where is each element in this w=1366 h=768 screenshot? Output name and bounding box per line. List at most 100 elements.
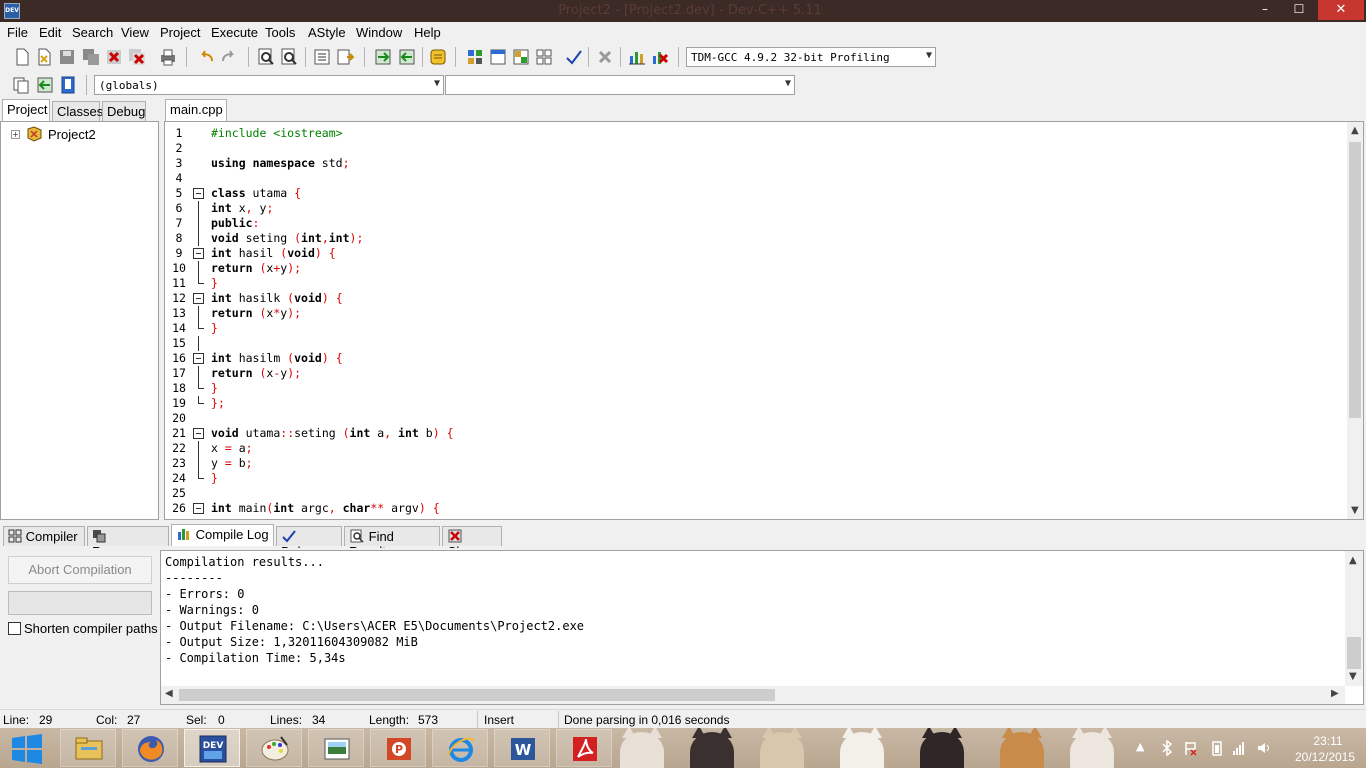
taskbar-photo-viewer[interactable] bbox=[308, 729, 364, 767]
code-line[interactable]: 13 return (x*y); bbox=[165, 306, 1345, 321]
save-all-icon[interactable] bbox=[81, 47, 101, 67]
code-line[interactable]: 16 int hasilm (void) { bbox=[165, 351, 1345, 366]
flag-icon[interactable] bbox=[1184, 740, 1198, 756]
scroll-right-icon[interactable]: ▶ bbox=[1331, 688, 1339, 699]
run-icon[interactable] bbox=[488, 47, 508, 67]
scroll-up-icon[interactable]: ▲ bbox=[1351, 125, 1359, 136]
code-line[interactable]: 23 y = b; bbox=[165, 456, 1345, 471]
scroll-left-icon[interactable]: ◀ bbox=[165, 688, 173, 699]
close-window-button[interactable]: ✕ bbox=[1318, 0, 1364, 20]
show-hidden-icons-icon[interactable]: ▲ bbox=[1136, 740, 1150, 756]
stop-execution-icon[interactable] bbox=[595, 47, 615, 67]
code-line[interactable]: 18} bbox=[165, 381, 1345, 396]
bluetooth-icon[interactable] bbox=[1160, 739, 1174, 757]
code-line[interactable]: 6 int x, y; bbox=[165, 201, 1345, 216]
fold-collapse-icon[interactable] bbox=[193, 428, 204, 439]
code-line[interactable]: 17 return (x-y); bbox=[165, 366, 1345, 381]
compile-run-icon[interactable] bbox=[511, 47, 531, 67]
tab-debug-bottom[interactable]: Debug bbox=[276, 526, 342, 559]
redo-icon[interactable] bbox=[219, 47, 239, 67]
tab-compile-log[interactable]: Compile Log bbox=[171, 524, 274, 546]
undo-icon[interactable] bbox=[196, 47, 216, 67]
menu-search[interactable]: Search bbox=[72, 25, 113, 40]
network-icon[interactable] bbox=[1232, 740, 1246, 756]
goto-line-icon[interactable] bbox=[373, 47, 393, 67]
log-hscroll-thumb[interactable] bbox=[179, 689, 775, 701]
code-line[interactable]: 5 class utama { bbox=[165, 186, 1345, 201]
replace-icon[interactable] bbox=[279, 47, 299, 67]
tree-expand-icon[interactable]: + bbox=[11, 130, 20, 139]
code-line[interactable]: 9 int hasil (void) { bbox=[165, 246, 1345, 261]
code-line[interactable]: 25 bbox=[165, 486, 1345, 501]
close-all-icon[interactable] bbox=[127, 47, 147, 67]
menu-help[interactable]: Help bbox=[414, 25, 441, 40]
code-line[interactable]: 2 bbox=[165, 141, 1345, 156]
code-line[interactable]: 3 using namespace std; bbox=[165, 156, 1345, 171]
compiler-select[interactable]: TDM-GCC 4.9.2 32-bit Profiling ▼ bbox=[686, 47, 936, 67]
project-options-icon[interactable] bbox=[428, 47, 448, 67]
code-line[interactable]: 14} bbox=[165, 321, 1345, 336]
code-line[interactable]: 10 return (x+y); bbox=[165, 261, 1345, 276]
compile-icon[interactable] bbox=[465, 47, 485, 67]
code-editor[interactable]: 1 #include <iostream> 2 3 using namespace st… bbox=[164, 121, 1364, 520]
code-line[interactable]: 1 #include <iostream> bbox=[165, 126, 1345, 141]
taskbar-dev-cpp[interactable]: DEV bbox=[184, 729, 240, 767]
code-line[interactable]: 21 void utama::seting (int a, int b) { bbox=[165, 426, 1345, 441]
taskbar-paint[interactable] bbox=[246, 729, 302, 767]
maximize-button[interactable]: ☐ bbox=[1282, 0, 1316, 20]
menu-edit[interactable]: Edit bbox=[39, 25, 61, 40]
menu-project[interactable]: Project bbox=[160, 25, 200, 40]
close-file-icon[interactable] bbox=[104, 47, 124, 67]
taskbar-internet-explorer[interactable] bbox=[432, 729, 488, 767]
scroll-down-icon[interactable]: ▼ bbox=[1349, 671, 1357, 682]
tab-main-cpp[interactable]: main.cpp bbox=[165, 99, 227, 121]
unindent-icon[interactable] bbox=[335, 47, 355, 67]
compile-log-output[interactable]: Compilation results... -------- - Errors: … bbox=[160, 550, 1364, 705]
goto-bookmark-icon[interactable] bbox=[58, 75, 78, 95]
menu-execute[interactable]: Execute bbox=[211, 25, 258, 40]
toggle-bookmark-icon[interactable] bbox=[35, 75, 55, 95]
taskbar-firefox[interactable] bbox=[122, 729, 178, 767]
code-line[interactable]: 8 void seting (int,int); bbox=[165, 231, 1345, 246]
open-file-icon[interactable] bbox=[34, 47, 54, 67]
menu-window[interactable]: Window bbox=[356, 25, 402, 40]
fold-collapse-icon[interactable] bbox=[193, 353, 204, 364]
syntax-check-icon[interactable] bbox=[564, 47, 584, 67]
profile-analysis-icon[interactable] bbox=[627, 47, 647, 67]
fold-collapse-icon[interactable] bbox=[193, 293, 204, 304]
code-line[interactable]: 19}; bbox=[165, 396, 1345, 411]
volume-icon[interactable] bbox=[1256, 740, 1270, 756]
fold-collapse-icon[interactable] bbox=[193, 248, 204, 259]
scope-select[interactable]: (globals) ▼ bbox=[94, 75, 444, 95]
tab-project[interactable]: Project bbox=[2, 99, 50, 121]
find-icon[interactable] bbox=[256, 47, 276, 67]
insert-icon[interactable] bbox=[11, 75, 31, 95]
tab-find-results[interactable]: Find Results bbox=[344, 526, 440, 559]
code-line[interactable]: 22 x = a; bbox=[165, 441, 1345, 456]
code-line[interactable]: 24} bbox=[165, 471, 1345, 486]
windows-start-icon[interactable] bbox=[8, 732, 46, 764]
code-line[interactable]: 12 int hasilk (void) { bbox=[165, 291, 1345, 306]
taskbar-word[interactable]: W bbox=[494, 729, 550, 767]
battery-icon[interactable] bbox=[1210, 740, 1224, 756]
delete-profile-icon[interactable] bbox=[650, 47, 670, 67]
indent-icon[interactable] bbox=[312, 47, 332, 67]
menu-astyle[interactable]: AStyle bbox=[308, 25, 346, 40]
code-line[interactable]: 26 int main(int argc, char** argv) { bbox=[165, 501, 1345, 516]
code-line[interactable]: 20 bbox=[165, 411, 1345, 426]
code-line[interactable]: 11} bbox=[165, 276, 1345, 291]
tab-classes[interactable]: Classes bbox=[52, 101, 103, 121]
save-icon[interactable] bbox=[57, 47, 77, 67]
tab-resources[interactable]: Resources bbox=[87, 526, 169, 559]
menu-file[interactable]: File bbox=[7, 25, 28, 40]
print-icon[interactable] bbox=[158, 47, 178, 67]
clock-time[interactable]: 23:11 bbox=[1298, 734, 1358, 748]
bookmark-icon[interactable] bbox=[397, 47, 417, 67]
code-line[interactable]: 15 bbox=[165, 336, 1345, 351]
scroll-down-icon[interactable]: ▼ bbox=[1351, 505, 1359, 516]
menu-view[interactable]: View bbox=[121, 25, 149, 40]
tab-close[interactable]: Close bbox=[442, 526, 502, 559]
taskbar-file-explorer[interactable] bbox=[60, 729, 116, 767]
log-vscroll-thumb[interactable] bbox=[1347, 637, 1361, 669]
tab-debug-left[interactable]: Debug bbox=[102, 101, 146, 121]
